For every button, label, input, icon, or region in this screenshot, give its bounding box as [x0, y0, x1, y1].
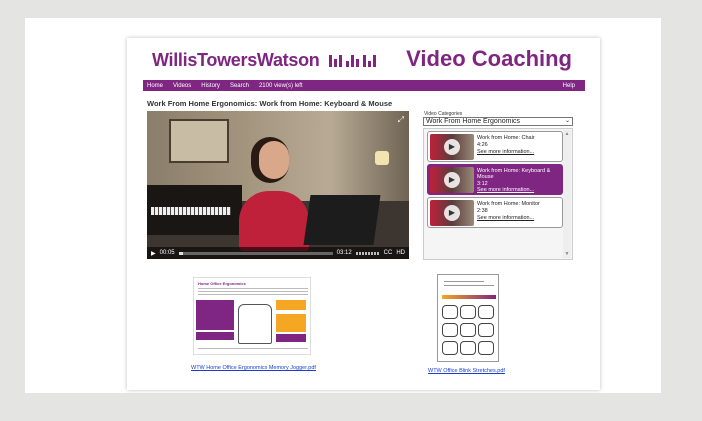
video-thumbnail: ▶ [430, 134, 474, 160]
document-purple-block [196, 332, 234, 340]
fullscreen-expand-icon[interactable]: ⤢ [398, 115, 404, 125]
playlist-item-more-link[interactable]: See more information... [477, 187, 534, 193]
stretch-figure-icon [478, 323, 494, 337]
document-orange-block [276, 314, 306, 332]
video-frame-piano-keys [151, 207, 231, 215]
cc-button[interactable]: CC [384, 250, 393, 256]
document-line [198, 294, 308, 295]
wtw-logo[interactable]: WillisTowersWatson [152, 50, 377, 71]
video-playlist: ▶ Work from Home: Chair 4:26 See more in… [423, 128, 573, 260]
nav-history[interactable]: History [201, 83, 220, 89]
chevron-down-icon: ⌄ [564, 118, 570, 124]
current-time: 00:05 [159, 250, 175, 256]
document-purple-block [276, 334, 306, 342]
stretch-figure-icon [442, 323, 458, 337]
nav-videos[interactable]: Videos [173, 83, 191, 89]
stretch-figure-icon [460, 305, 476, 319]
hd-button[interactable]: HD [396, 250, 405, 256]
video-coaching-page: WillisTowersWatson Video Coaching Home V… [127, 38, 600, 390]
video-controls: ▶ 00:05 03:12 CC HD [147, 247, 409, 259]
video-frame-presenter-head [259, 141, 289, 179]
playlist-item-more-link[interactable]: See more information... [477, 149, 534, 155]
playlist-item-duration: 4:26 [477, 142, 488, 148]
ergonomics-pdf-link[interactable]: WTW Home Office Ergonomics Memory Jogger… [191, 365, 316, 371]
video-player[interactable]: ⤢ ▶ 00:05 03:12 CC HD [147, 111, 409, 259]
play-circle-icon: ▶ [444, 172, 460, 188]
video-frame-laptop [303, 195, 381, 245]
video-frame-lamp [375, 151, 389, 165]
nav-home[interactable]: Home [147, 83, 163, 89]
document-color-band [442, 295, 496, 299]
video-title: Work From Home Ergonomics: Work from Hom… [147, 99, 393, 108]
document-line [444, 281, 484, 282]
playlist-item-title: Work from Home: Chair [477, 135, 535, 141]
wtw-logo-text: WillisTowersWatson [152, 50, 320, 70]
play-circle-icon: ▶ [444, 205, 460, 221]
views-left-count: 2100 view(s) left [258, 82, 303, 89]
stretch-figure-icon [460, 323, 476, 337]
playlist-item-active[interactable]: ▶ Work from Home: Keyboard & Mouse 3:12 … [427, 164, 563, 195]
document-line [444, 285, 494, 286]
app-title: Video Coaching [406, 46, 572, 71]
document-heading: Home Office Ergonomics [198, 281, 246, 286]
playlist-item-title: Work from Home: Monitor [477, 201, 540, 207]
stretches-pdf-link[interactable]: WTW Office Blink Stretches.pdf [428, 368, 505, 374]
wtw-logo-mark-icon [329, 54, 377, 67]
duration-time: 03:12 [336, 250, 352, 256]
ergonomics-document-thumbnail[interactable]: Home Office Ergonomics [193, 277, 311, 355]
stretch-figure-icon [442, 305, 458, 319]
scroll-down-icon[interactable]: ▼ [563, 251, 571, 257]
playlist-item-duration: 2:38 [477, 208, 488, 214]
scroll-up-icon[interactable]: ▲ [563, 131, 571, 137]
playlist-item-more-link[interactable]: See more information... [477, 215, 534, 221]
stretch-figure-icon [460, 341, 476, 355]
stretch-figure-icon [442, 341, 458, 355]
main-nav: Home Videos History Search 2100 view(s) … [143, 80, 585, 91]
playlist-item[interactable]: ▶ Work from Home: Monitor 2:38 See more … [427, 197, 563, 228]
video-frame-presenter-body [239, 191, 309, 251]
play-icon[interactable]: ▶ [151, 250, 156, 257]
video-progress-fill [178, 251, 184, 255]
playlist-item-title: Work from Home: Keyboard & Mouse [477, 168, 551, 180]
video-progress-bar[interactable] [178, 251, 333, 255]
document-line [198, 348, 308, 349]
nav-search[interactable]: Search [230, 83, 249, 89]
document-purple-block [196, 300, 234, 330]
document-line [198, 288, 308, 289]
nav-help[interactable]: Help [563, 83, 575, 89]
play-circle-icon: ▶ [444, 139, 460, 155]
video-thumbnail: ▶ [430, 167, 474, 193]
playlist-scrollbar[interactable]: ▲ ▼ [563, 130, 571, 258]
stretch-figure-icon [478, 305, 494, 319]
stretches-document-thumbnail[interactable] [437, 274, 499, 362]
ergonomic-figure-icon [238, 304, 272, 344]
stretch-figure-icon [478, 341, 494, 355]
categories-selected-value: Work From Home Ergonomics [426, 118, 521, 125]
video-frame-painting [169, 119, 229, 163]
categories-select[interactable]: Work From Home Ergonomics ⌄ [423, 117, 573, 126]
volume-slider[interactable] [355, 251, 380, 255]
video-thumbnail: ▶ [430, 200, 474, 226]
playlist-item[interactable]: ▶ Work from Home: Chair 4:26 See more in… [427, 131, 563, 162]
document-line [198, 291, 308, 292]
document-orange-block [276, 300, 306, 310]
